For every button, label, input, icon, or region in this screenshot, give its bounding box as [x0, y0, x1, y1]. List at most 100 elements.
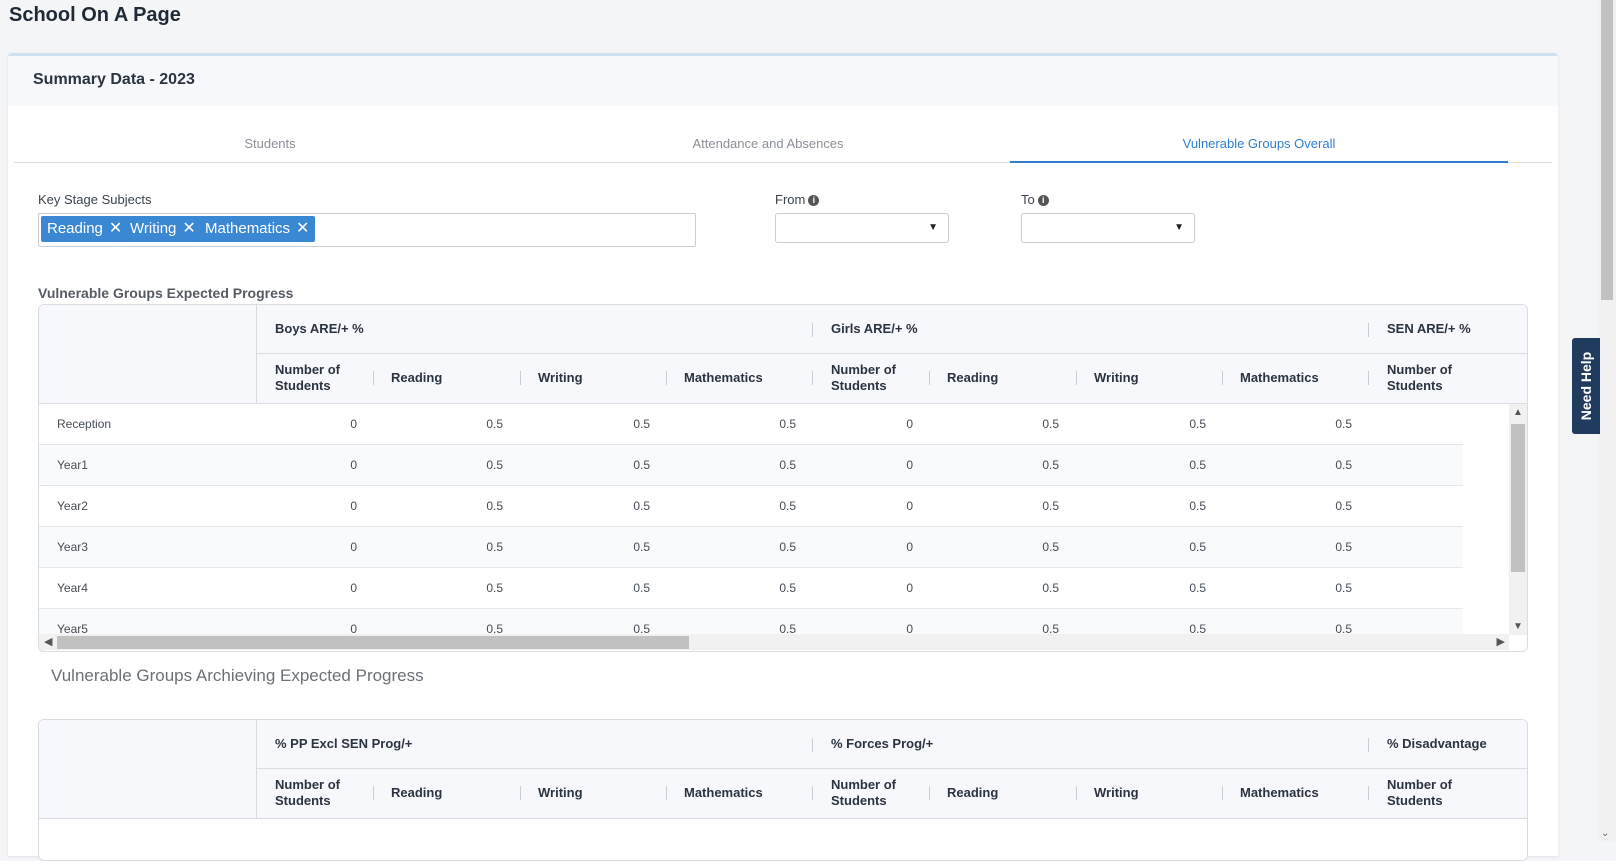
- scroll-right-icon[interactable]: ▶: [1497, 635, 1505, 648]
- from-label-text: From: [775, 192, 806, 207]
- col-number-of-students[interactable]: Number of Students: [1387, 362, 1477, 394]
- divider: [666, 786, 667, 800]
- cell: 0: [350, 417, 357, 431]
- table-horizontal-scrollbar[interactable]: ◀ ▶: [39, 634, 1509, 650]
- col-number-of-students[interactable]: Number of Students: [275, 362, 365, 394]
- cell: 0.5: [633, 540, 650, 554]
- cell: 0: [906, 540, 913, 554]
- divider: [929, 371, 930, 385]
- page-title: School On A Page: [9, 4, 181, 26]
- from-label: From i: [775, 192, 820, 207]
- scroll-up-icon[interactable]: ▲: [1513, 407, 1523, 418]
- need-help-button[interactable]: Need Help: [1572, 338, 1600, 434]
- group-header-row: Boys ARE/+ % Girls ARE/+ % SEN ARE/+ %: [257, 305, 1527, 354]
- chip-mathematics[interactable]: Mathematics ✕: [199, 216, 316, 242]
- col-writing[interactable]: Writing: [1094, 370, 1139, 386]
- cell: 0.5: [1335, 581, 1352, 595]
- divider: [812, 323, 813, 337]
- table-row: Year1 0 0.5 0.5 0.5 0 0.5 0.5 0.5: [39, 445, 1463, 486]
- col-mathematics[interactable]: Mathematics: [684, 785, 763, 801]
- table2-title: Vulnerable Groups Archieving Expected Pr…: [51, 666, 424, 685]
- cell: 0.5: [1189, 417, 1206, 431]
- divider: [1368, 738, 1369, 752]
- to-dropdown[interactable]: ▼: [1021, 213, 1195, 243]
- from-dropdown[interactable]: ▼: [775, 213, 949, 243]
- col-reading[interactable]: Reading: [947, 785, 998, 801]
- cell: 0.5: [633, 458, 650, 472]
- col-number-of-students[interactable]: Number of Students: [831, 777, 921, 809]
- col-mathematics[interactable]: Mathematics: [684, 370, 763, 386]
- cell: 0.5: [486, 417, 503, 431]
- row-label: Year2: [57, 499, 88, 513]
- col-mathematics[interactable]: Mathematics: [1240, 370, 1319, 386]
- row-label: Reception: [57, 417, 112, 431]
- to-label-text: To: [1021, 192, 1035, 207]
- scroll-down-icon[interactable]: ▼: [1513, 621, 1523, 632]
- scroll-down-icon[interactable]: ⌄: [1601, 828, 1609, 839]
- col-number-of-students[interactable]: Number of Students: [275, 777, 365, 809]
- caret-down-icon: ▼: [928, 222, 938, 233]
- table-vertical-scrollbar[interactable]: ▲ ▼: [1509, 404, 1527, 635]
- subjects-multiselect[interactable]: Reading ✕ Writing ✕ Mathematics ✕: [38, 213, 696, 247]
- tab-students[interactable]: Students: [14, 126, 526, 162]
- remove-icon[interactable]: ✕: [182, 220, 195, 237]
- col-reading[interactable]: Reading: [391, 785, 442, 801]
- col-writing[interactable]: Writing: [1094, 785, 1139, 801]
- scroll-left-icon[interactable]: ◀: [44, 635, 52, 648]
- group-sen: SEN ARE/+ %: [1387, 321, 1471, 336]
- divider: [812, 786, 813, 800]
- col-number-of-students[interactable]: Number of Students: [1387, 777, 1477, 809]
- cell: 0.5: [779, 540, 796, 554]
- row-label: Year1: [57, 458, 88, 472]
- cell: 0.5: [1335, 458, 1352, 472]
- cell: 0.5: [1042, 540, 1059, 554]
- chip-reading[interactable]: Reading ✕: [41, 216, 129, 242]
- cell: 0.5: [486, 540, 503, 554]
- divider: [520, 371, 521, 385]
- chip-writing[interactable]: Writing ✕: [124, 216, 202, 242]
- cell: 0.5: [1042, 581, 1059, 595]
- cell: 0.5: [779, 499, 796, 513]
- chip-label: Reading: [47, 220, 103, 237]
- divider: [666, 371, 667, 385]
- info-icon[interactable]: i: [1037, 195, 1049, 207]
- row-label: Year3: [57, 540, 88, 554]
- tab-attendance[interactable]: Attendance and Absences: [512, 126, 1024, 162]
- col-writing[interactable]: Writing: [538, 370, 583, 386]
- table-row: Year4 0 0.5 0.5 0.5 0 0.5 0.5 0.5: [39, 568, 1463, 609]
- table-row: Year3 0 0.5 0.5 0.5 0 0.5 0.5 0.5: [39, 527, 1463, 568]
- page-scrollbar[interactable]: ⌄: [1598, 0, 1616, 841]
- cell: 0: [350, 458, 357, 472]
- cell: 0: [350, 581, 357, 595]
- col-reading[interactable]: Reading: [391, 370, 442, 386]
- col-number-of-students[interactable]: Number of Students: [831, 362, 921, 394]
- header-corner: [39, 720, 257, 818]
- table1-title: Vulnerable Groups Expected Progress: [38, 285, 294, 301]
- divider: [812, 738, 813, 752]
- col-writing[interactable]: Writing: [538, 785, 583, 801]
- page-scrollbar-thumb[interactable]: [1601, 0, 1613, 300]
- need-help-label: Need Help: [1578, 351, 1594, 421]
- divider: [812, 371, 813, 385]
- tab-vulnerable-groups[interactable]: Vulnerable Groups Overall: [1010, 126, 1508, 163]
- cell: 0.5: [486, 499, 503, 513]
- col-reading[interactable]: Reading: [947, 370, 998, 386]
- divider: [1222, 786, 1223, 800]
- horizontal-scroll-thumb[interactable]: [57, 636, 689, 649]
- table-row: Year2 0 0.5 0.5 0.5 0 0.5 0.5 0.5: [39, 486, 1463, 527]
- chip-label: Mathematics: [205, 220, 291, 237]
- col-mathematics[interactable]: Mathematics: [1240, 785, 1319, 801]
- remove-icon[interactable]: ✕: [109, 220, 122, 237]
- remove-icon[interactable]: ✕: [296, 220, 309, 237]
- cell: 0.5: [633, 417, 650, 431]
- summary-card: Summary Data - 2023 Students Attendance …: [8, 53, 1558, 861]
- cell: 0.5: [779, 458, 796, 472]
- caret-down-icon: ▼: [1174, 222, 1184, 233]
- table-row: Reception 0 0.5 0.5 0.5 0 0.5 0.5 0.5: [39, 404, 1463, 445]
- info-icon[interactable]: i: [808, 195, 820, 207]
- group-pp-excl-sen: % PP Excl SEN Prog/+: [275, 736, 413, 751]
- vertical-scroll-thumb[interactable]: [1511, 424, 1525, 572]
- row-label: Year4: [57, 581, 88, 595]
- group-forces: % Forces Prog/+: [831, 736, 934, 751]
- cell: 0.5: [779, 581, 796, 595]
